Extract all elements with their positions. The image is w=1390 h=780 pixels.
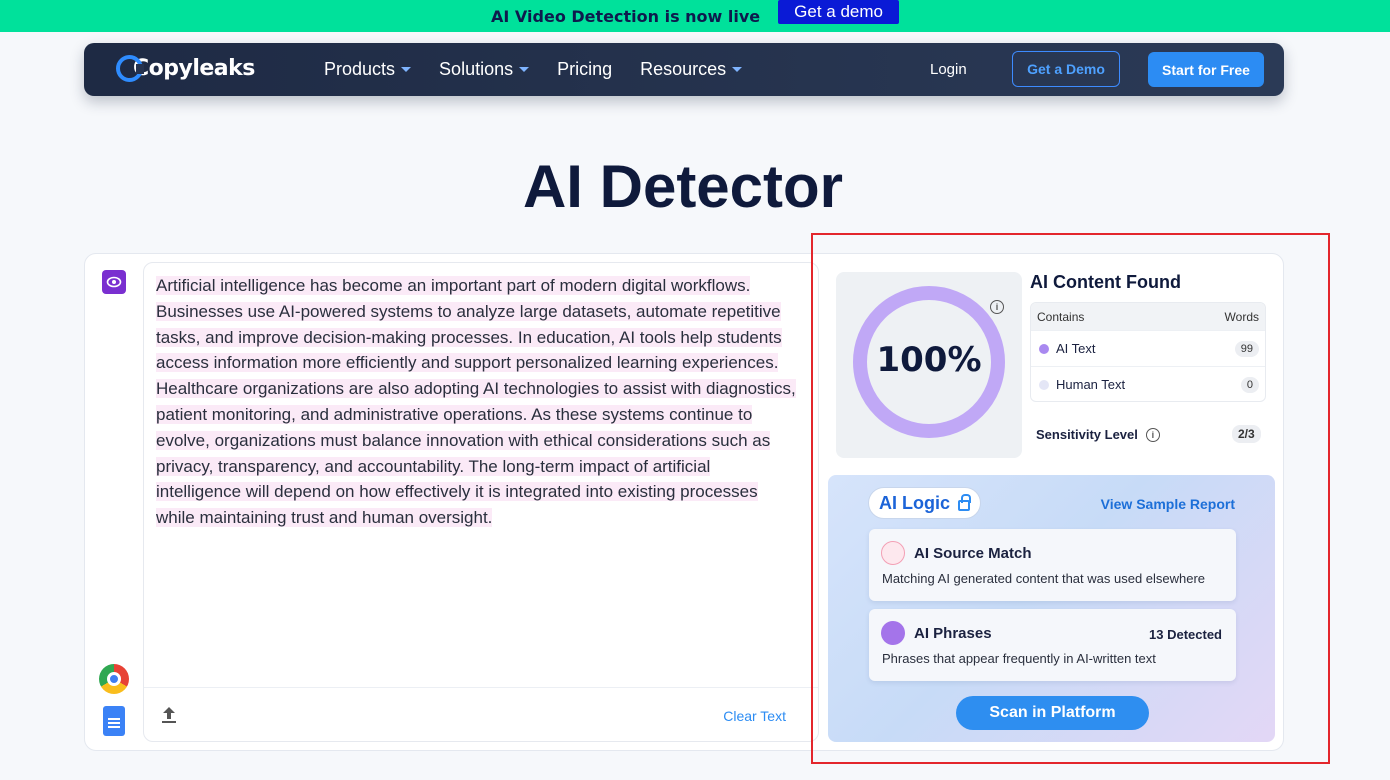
highlight-box: [811, 233, 1330, 764]
nav-solutions[interactable]: Solutions: [439, 59, 530, 80]
get-a-demo-banner-button[interactable]: Get a demo: [778, 0, 899, 24]
editor-footer: Clear Text: [144, 687, 818, 741]
upload-icon[interactable]: [161, 706, 177, 724]
text-editor[interactable]: Artificial intelligence has become an im…: [143, 262, 819, 742]
main-navigation: Copyleaks Products Solutions Pricing Res…: [84, 43, 1284, 96]
nav-resources-label: Resources: [640, 59, 727, 79]
copyleaks-logo[interactable]: Copyleaks: [116, 55, 255, 82]
login-link[interactable]: Login: [930, 61, 967, 78]
chevron-down-icon: [519, 67, 530, 72]
editor-content[interactable]: Artificial intelligence has become an im…: [156, 273, 796, 531]
logo-text: Copyleaks: [133, 56, 255, 81]
nav-products-label: Products: [324, 59, 396, 79]
chevron-down-icon: [401, 67, 412, 72]
google-docs-icon[interactable]: [103, 706, 125, 736]
nav-pricing[interactable]: Pricing: [557, 59, 612, 80]
banner-text: AI Video Detection is now live: [491, 6, 761, 26]
page-title: AI Detector: [522, 153, 844, 220]
clear-text-button[interactable]: Clear Text: [723, 708, 786, 724]
announcement-banner: AI Video Detection is now live Get a dem…: [0, 0, 1390, 32]
nav-links: Products Solutions Pricing Resources: [324, 43, 743, 96]
chrome-extension-icon[interactable]: [99, 664, 129, 694]
start-for-free-button[interactable]: Start for Free: [1148, 52, 1264, 87]
nav-solutions-label: Solutions: [439, 59, 514, 79]
eye-icon[interactable]: [102, 270, 126, 294]
highlighted-ai-text: Artificial intelligence has become an im…: [156, 276, 796, 528]
logo-mark-icon: [116, 55, 144, 82]
nav-pricing-label: Pricing: [557, 59, 613, 79]
chevron-down-icon: [732, 67, 743, 72]
get-a-demo-button[interactable]: Get a Demo: [1012, 51, 1120, 87]
nav-resources[interactable]: Resources: [640, 59, 743, 80]
nav-products[interactable]: Products: [324, 59, 412, 80]
